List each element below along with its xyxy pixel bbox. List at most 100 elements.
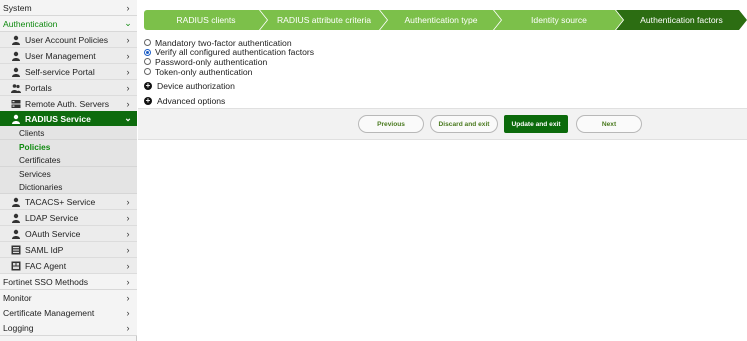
nav-label: RADIUS Service: [25, 113, 91, 124]
server-icon: [10, 99, 21, 109]
nav-fac-agent[interactable]: FAC Agent ›: [0, 258, 137, 274]
nav-label: Clients: [19, 127, 45, 138]
nav-radius-policies[interactable]: Policies: [0, 140, 137, 154]
chevron-down-icon: ⌄: [124, 18, 132, 28]
chevron-right-icon: ›: [126, 82, 130, 93]
users-icon: [10, 213, 21, 223]
sidebar: System › Authentication ⌄ User Account P…: [0, 0, 137, 341]
nav-system[interactable]: System ›: [0, 0, 137, 16]
nav-user-account-policies[interactable]: User Account Policies ›: [0, 32, 137, 48]
chevron-right-icon: ›: [126, 244, 130, 255]
option-label: Token-only authentication: [155, 66, 253, 77]
users-icon: [10, 229, 21, 239]
wizard-step-authentication-factors[interactable]: Authentication factors: [616, 10, 747, 30]
nav-label: Self-service Portal: [25, 66, 95, 77]
nav-label: Portals: [25, 82, 52, 93]
chevron-right-icon: ›: [126, 260, 130, 271]
button-label: Update and exit: [511, 120, 561, 128]
nav-label: OAuth Service: [25, 228, 81, 239]
radio-button[interactable]: [144, 68, 151, 76]
button-label: Previous: [377, 120, 405, 128]
nav-radius-dictionaries[interactable]: Dictionaries: [0, 180, 137, 194]
wizard-step-radius-attribute-criteria[interactable]: RADIUS attribute criteria: [260, 10, 388, 30]
next-button[interactable]: Next: [576, 115, 642, 133]
nav-oauth-service[interactable]: OAuth Service ›: [0, 226, 137, 242]
nav-radius-services[interactable]: Services: [0, 167, 137, 181]
nav-label: TACACS+ Service: [25, 196, 96, 207]
wizard-step-radius-clients[interactable]: RADIUS clients: [144, 10, 268, 30]
chevron-right-icon: ›: [126, 212, 130, 223]
option-password-only[interactable]: Password-only authentication: [144, 57, 314, 67]
option-verify-all-factors[interactable]: Verify all configured authentication fac…: [144, 47, 315, 58]
nav-label: Remote Auth. Servers: [25, 98, 110, 109]
radio-button[interactable]: [144, 58, 151, 66]
nav-logging[interactable]: Logging ›: [0, 320, 137, 336]
option-label: Verify all configured authentication fac…: [155, 47, 315, 58]
nav-radius-clients[interactable]: Clients: [0, 126, 137, 140]
nav-user-management[interactable]: User Management ›: [0, 48, 137, 64]
nav-fortinet-sso-methods[interactable]: Fortinet SSO Methods ›: [0, 274, 137, 290]
radio-button[interactable]: [144, 39, 151, 47]
nav-label: Certificates: [19, 154, 61, 165]
nav-ldap-service[interactable]: LDAP Service ›: [0, 210, 137, 226]
users-icon: [10, 67, 21, 77]
users-icon: [10, 35, 21, 45]
wizard-step-authentication-type[interactable]: Authentication type: [380, 10, 502, 30]
nav-tacacs-service[interactable]: TACACS+ Service ›: [0, 194, 137, 210]
chevron-right-icon: ›: [126, 307, 130, 318]
chevron-right-icon: ›: [126, 196, 130, 207]
wizard-step-identity-source[interactable]: Identity source: [494, 10, 624, 30]
wizard-step-label: Identity source: [531, 15, 587, 25]
nav-saml-idp[interactable]: SAML IdP ›: [0, 242, 137, 258]
chevron-right-icon: ›: [126, 34, 130, 45]
nav-label: Monitor: [3, 292, 32, 303]
advanced-options-toggle[interactable]: + Advanced options: [144, 95, 225, 107]
auth-factor-options: Mandatory two-factor authentication Veri…: [144, 38, 315, 77]
option-token-only[interactable]: Token-only authentication: [144, 67, 314, 77]
nav-label: Dictionaries: [19, 181, 63, 192]
nav-label: Logging: [3, 322, 34, 333]
option-label: Mandatory two-factor authentication: [155, 37, 292, 48]
section-label: Device authorization: [157, 81, 235, 91]
nav-label: Authentication: [3, 18, 58, 29]
option-label: Password-only authentication: [155, 56, 268, 67]
wizard-step-label: RADIUS attribute criteria: [276, 15, 372, 25]
nav-portals[interactable]: Portals ›: [0, 80, 137, 96]
button-label: Next: [601, 120, 617, 128]
update-and-exit-button[interactable]: Update and exit: [504, 115, 568, 133]
nav-label: FAC Agent: [25, 260, 67, 271]
chevron-right-icon: ›: [126, 322, 130, 333]
nav-label: SAML IdP: [25, 244, 64, 255]
nav-label: System: [3, 2, 32, 13]
radio-button-checked[interactable]: [144, 48, 151, 56]
nav-radius-certificates[interactable]: Certificates: [0, 153, 137, 167]
wizard-button-bar: Previous Discard and exit Update and exi…: [138, 108, 747, 140]
previous-button[interactable]: Previous: [358, 115, 424, 133]
nav-label: Policies: [19, 141, 51, 152]
users-icon: [10, 114, 21, 124]
nav-self-service-portal[interactable]: Self-service Portal ›: [0, 64, 137, 80]
nav-authentication[interactable]: Authentication ⌄: [0, 16, 137, 32]
plus-circle-icon: +: [144, 81, 152, 90]
nav-remote-auth-servers[interactable]: Remote Auth. Servers ›: [0, 96, 137, 112]
nav-monitor[interactable]: Monitor ›: [0, 290, 137, 306]
users-icon: [10, 51, 21, 61]
agent-icon: [10, 261, 21, 271]
option-mandatory-two-factor[interactable]: Mandatory two-factor authentication: [144, 38, 314, 48]
chevron-right-icon: ›: [126, 50, 130, 61]
wizard-step-label: Authentication factors: [640, 15, 723, 25]
server-icon: [10, 245, 21, 255]
section-label: Advanced options: [157, 96, 226, 106]
nav-label: User Account Policies: [25, 34, 109, 45]
discard-and-exit-button[interactable]: Discard and exit: [430, 115, 498, 133]
wizard-steps: RADIUS clients RADIUS attribute criteria…: [144, 10, 747, 30]
nav-label: Fortinet SSO Methods: [3, 276, 89, 287]
chevron-right-icon: ›: [126, 276, 130, 287]
nav-certificate-management[interactable]: Certificate Management ›: [0, 305, 137, 321]
chevron-down-icon: ⌄: [124, 113, 132, 123]
nav-label: LDAP Service: [25, 212, 79, 223]
device-authorization-toggle[interactable]: + Device authorization: [144, 80, 235, 92]
users-icon: [10, 197, 21, 207]
wizard-step-label: Authentication type: [404, 15, 478, 25]
nav-radius-service[interactable]: RADIUS Service ⌄: [0, 111, 137, 127]
